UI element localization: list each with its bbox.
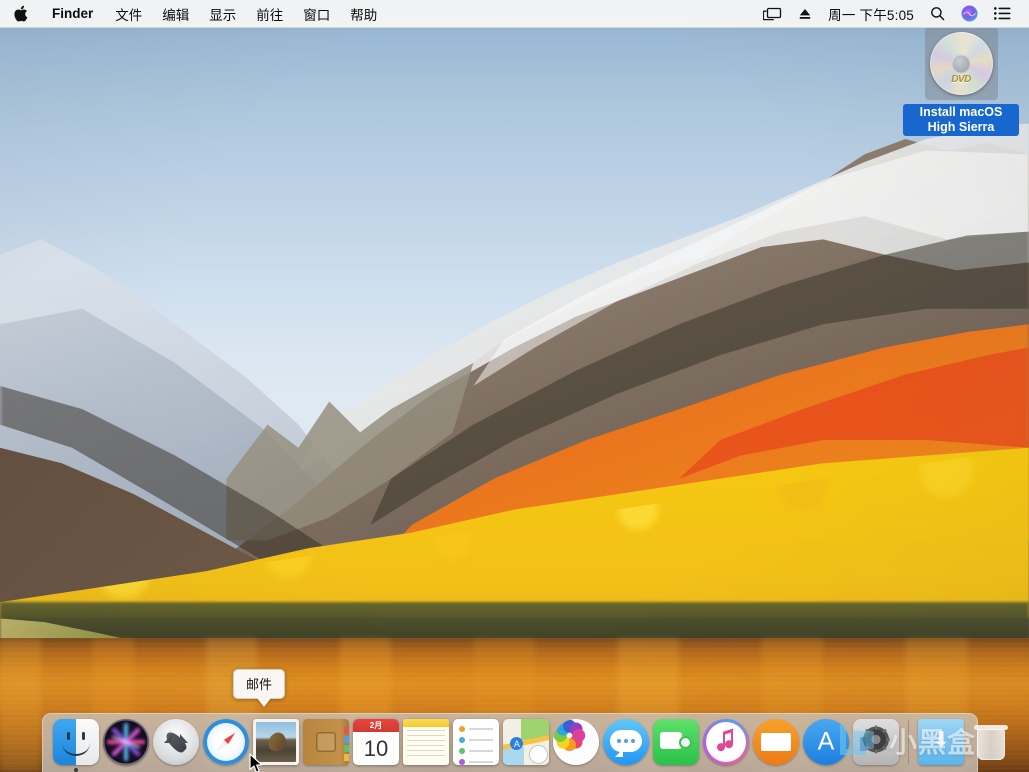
menu-help[interactable]: 帮助 (340, 0, 387, 27)
music-note-icon (715, 728, 737, 757)
appstore-a-glyph: A (817, 727, 835, 756)
finder-icon (53, 719, 99, 765)
compass-icon (530, 746, 547, 763)
trash-icon (968, 719, 1014, 765)
siri-icon (103, 719, 149, 765)
wallpaper-haze (0, 0, 1029, 772)
appstore-icon: A (803, 719, 849, 765)
dock-separator (908, 720, 909, 764)
dock-item-reminders[interactable] (452, 718, 500, 766)
menu-bar-left: Finder 文件 编辑 显示 前往 窗口 帮助 (0, 0, 387, 27)
download-arrow-icon: ⬇ (932, 728, 950, 752)
disc-glyph: DVD (929, 32, 993, 95)
dock-item-launchpad[interactable] (152, 718, 200, 766)
menu-file[interactable]: 文件 (105, 0, 152, 27)
calendar-icon: 2月 10 (353, 719, 399, 765)
notification-center-icon[interactable] (986, 0, 1019, 27)
menu-window[interactable]: 窗口 (293, 0, 340, 27)
dock-tooltip-pointer (257, 698, 271, 707)
dock-item-maps[interactable]: A (502, 718, 550, 766)
dock-item-messages[interactable] (602, 718, 650, 766)
spotlight-search-icon[interactable] (922, 0, 953, 27)
launchpad-icon (153, 719, 199, 765)
dock-item-downloads[interactable]: ⬇ (917, 718, 965, 766)
apple-menu-button[interactable] (0, 0, 40, 27)
dock-tooltip-label: 邮件 (233, 669, 286, 699)
siri-icon[interactable] (953, 0, 986, 27)
dock-item-contacts[interactable] (302, 718, 350, 766)
menu-app-name[interactable]: Finder (40, 0, 105, 27)
dock-item-notes[interactable] (402, 718, 450, 766)
eject-icon[interactable] (790, 0, 820, 27)
desktop-icon-label[interactable]: Install macOS High Sierra (903, 104, 1019, 136)
dock-item-system-preferences[interactable] (852, 718, 900, 766)
maps-icon: A (503, 719, 549, 765)
dock-item-siri[interactable] (102, 718, 150, 766)
dock: 2月 10 A A ⬇ (42, 713, 1008, 772)
itunes-icon (703, 719, 749, 765)
menu-bar: Finder 文件 编辑 显示 前往 窗口 帮助 周一 下午5:05 (0, 0, 1029, 28)
dock-item-appstore[interactable]: A (802, 718, 850, 766)
dock-item-photos[interactable] (552, 718, 600, 766)
gear-icon (860, 724, 892, 761)
mouse-cursor (249, 753, 265, 772)
dock-item-facetime[interactable] (652, 718, 700, 766)
menu-edit[interactable]: 编辑 (152, 0, 199, 27)
disc-hub (951, 54, 971, 73)
dock-item-finder[interactable] (52, 718, 100, 772)
calendar-month: 2月 (353, 719, 399, 732)
menu-bar-clock[interactable]: 周一 下午5:05 (820, 0, 922, 27)
dock-tooltip: 邮件 (233, 669, 286, 707)
dvd-disc-icon[interactable]: DVD (924, 27, 998, 100)
messages-icon (603, 719, 649, 765)
notes-icon (403, 719, 449, 765)
dock-item-itunes[interactable] (702, 718, 750, 766)
desktop-icon-install-macos-high-sierra[interactable]: DVD Install macOS High Sierra (903, 27, 1019, 136)
dock-item-calendar[interactable]: 2月 10 (352, 718, 400, 766)
dock-item-safari[interactable] (202, 718, 250, 766)
safari-icon (203, 719, 249, 765)
running-indicator (74, 768, 78, 772)
menu-go[interactable]: 前往 (246, 0, 293, 27)
dock-item-trash[interactable] (967, 718, 1015, 766)
menu-bar-status-area: 周一 下午5:05 (755, 0, 1029, 27)
calendar-day: 10 (363, 735, 389, 761)
contacts-icon (303, 719, 349, 765)
screen-mirroring-icon[interactable] (755, 0, 790, 27)
ibooks-icon (753, 719, 799, 765)
disc-label-text: DVD (951, 74, 971, 85)
photos-icon (553, 719, 599, 765)
reminders-icon (453, 719, 499, 765)
downloads-folder-icon: ⬇ (918, 719, 964, 765)
dock-item-ibooks[interactable] (752, 718, 800, 766)
desktop-wallpaper[interactable] (0, 0, 1029, 772)
facetime-icon (653, 719, 699, 765)
apple-logo-icon (14, 5, 28, 22)
menu-view[interactable]: 显示 (199, 0, 246, 27)
system-preferences-icon (853, 719, 899, 765)
